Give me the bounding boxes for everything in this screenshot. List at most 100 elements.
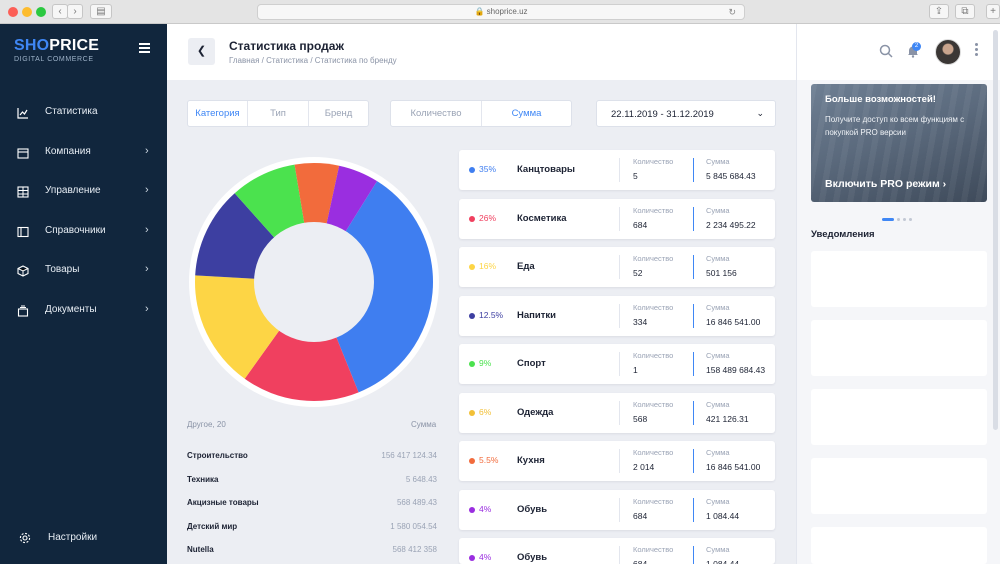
category-card[interactable]: 4% Обувь Количество 684 Сумма 1 084.44: [459, 489, 775, 530]
divider: [693, 497, 694, 522]
page-scrollbar[interactable]: [993, 30, 998, 430]
grid-icon: [17, 186, 29, 198]
quantity-value: 684: [633, 219, 648, 230]
category-name: Канцтовары: [517, 164, 576, 175]
tab-sum[interactable]: Сумма: [482, 101, 571, 126]
menu-icon[interactable]: [139, 43, 150, 55]
sidebar-toggle-button[interactable]: ▤: [90, 4, 112, 19]
pro-promo-banner: Больше возможностей! Получите доступ ко …: [811, 84, 987, 202]
chevron-right-icon: ›: [942, 178, 947, 190]
tab-brand[interactable]: Бренд: [309, 101, 368, 126]
pager-dot[interactable]: [909, 218, 912, 222]
category-percent: 9%: [479, 358, 492, 368]
sidebar-item-documents[interactable]: Документы ›: [0, 297, 167, 325]
quantity-value: 1: [633, 365, 638, 375]
notifications-title: Уведомления: [811, 229, 875, 240]
notification-card[interactable]: [811, 251, 987, 307]
chevron-right-icon: ›: [145, 224, 149, 236]
sum-value: 16 846 541.00: [706, 316, 761, 327]
enable-pro-link[interactable]: Включить PRO режим ›: [825, 178, 946, 190]
more-vertical-icon[interactable]: [975, 43, 979, 56]
sum-label: Сумма: [706, 351, 730, 360]
sum-value: 1 084.44: [706, 559, 740, 564]
pager-dot[interactable]: [897, 218, 900, 222]
divider: [693, 449, 694, 473]
other-row-value: 568 412 358: [392, 545, 438, 554]
chevron-left-icon: ❮: [196, 45, 207, 57]
category-name: Косметика: [517, 212, 567, 224]
sum-value: 16 846 541.00: [706, 462, 761, 472]
tab-type[interactable]: Тип: [248, 101, 309, 126]
sidebar-item-settings[interactable]: Настройки: [0, 526, 167, 550]
category-color-dot: [469, 167, 475, 173]
maximize-window-button[interactable]: [36, 7, 46, 17]
close-window-button[interactable]: [8, 7, 18, 17]
quantity-label: Количество: [633, 302, 674, 312]
sidebar-item-references[interactable]: Справочники ›: [0, 218, 167, 246]
breadcrumb[interactable]: Главная / Статистика / Статистика по бре…: [229, 56, 397, 65]
category-card[interactable]: 12.5% Напитки Количество 334 Сумма 16 846 541…: [459, 295, 775, 336]
category-card[interactable]: 9% Спорт Количество 1 Сумма 158 489 684.43: [459, 344, 775, 384]
right-panel: 2 Больше возможностей! Получите доступ к…: [796, 24, 1000, 564]
right-header: 2: [797, 24, 1000, 80]
sum-label: Сумма: [706, 399, 730, 409]
promo-title: Больше возможностей!: [825, 94, 936, 105]
address-bar[interactable]: 🔒 shoprice.uz ↻: [257, 4, 745, 20]
sidebar-item-company[interactable]: Компания ›: [0, 139, 167, 167]
sum-label: Сумма: [706, 205, 730, 215]
back-button[interactable]: ❮: [188, 38, 215, 65]
tabs-button[interactable]: ⧉: [955, 4, 975, 19]
reload-icon[interactable]: ↻: [728, 5, 736, 19]
search-icon[interactable]: [879, 44, 893, 58]
sum-label: Сумма: [706, 545, 730, 554]
enable-pro-label: Включить PRO режим: [825, 178, 940, 190]
sidebar-item-products[interactable]: Товары ›: [0, 257, 167, 285]
other-row-value: 568 489.43: [396, 498, 437, 507]
category-card[interactable]: 4% Обувь Количество 684 Сумма 1 084.44: [459, 538, 775, 564]
category-card[interactable]: 26% Косметика Количество 684 Сумма 2 234 495.…: [459, 198, 775, 239]
pager-dot-active[interactable]: [882, 218, 894, 222]
sum-value: 2 234 495.22: [706, 219, 756, 230]
notification-card[interactable]: [811, 458, 987, 514]
notification-card[interactable]: [811, 320, 987, 376]
address-text: shoprice.uz: [486, 7, 528, 16]
date-range-picker[interactable]: 22.11.2019 - 31.12.2019 ⌄: [596, 100, 776, 127]
sidebar: SHOPRICE DIGITAL COMMERCE Статистика Ком…: [0, 24, 167, 564]
page-title: Статистика продаж: [229, 39, 344, 53]
category-card[interactable]: 16% Еда Количество 52 Сумма 501 156: [459, 247, 775, 287]
category-percent: 16%: [479, 261, 497, 271]
sidebar-item-statistics[interactable]: Статистика: [0, 99, 167, 127]
sum-value: 5 845 684.43: [706, 171, 756, 181]
other-title: Другое, 20: [187, 420, 226, 429]
notification-card[interactable]: [811, 527, 987, 564]
tab-quantity[interactable]: Количество: [391, 101, 482, 126]
tab-category[interactable]: Категория: [188, 101, 248, 126]
chevron-down-icon: ⌄: [756, 108, 764, 118]
category-percent: 4%: [479, 503, 492, 514]
category-color-dot: [469, 458, 475, 464]
category-card[interactable]: 35% Канцтовары Количество 5 Сумма 5 845 684.4…: [459, 150, 775, 190]
share-button[interactable]: ⇪: [929, 4, 949, 19]
sidebar-item-label: Управление: [45, 185, 101, 196]
category-card[interactable]: 5.5% Кухня Количество 2 014 Сумма 16 846 541.…: [459, 441, 775, 481]
avatar[interactable]: [935, 39, 961, 65]
forward-nav-button[interactable]: ›: [67, 4, 83, 19]
sum-label: Сумма: [706, 496, 730, 506]
back-nav-button[interactable]: ‹: [52, 4, 68, 19]
sidebar-item-management[interactable]: Управление ›: [0, 178, 167, 206]
quantity-label: Количество: [633, 496, 674, 506]
category-name: Еда: [517, 261, 535, 272]
notification-card[interactable]: [811, 389, 987, 445]
donut-hole: [254, 222, 374, 342]
new-tab-button[interactable]: +: [986, 4, 1000, 19]
pager-dot[interactable]: [903, 218, 906, 222]
logo[interactable]: SHOPRICE DIGITAL COMMERCE: [14, 37, 99, 63]
minimize-window-button[interactable]: [22, 7, 32, 17]
category-card[interactable]: 6% Одежда Количество 568 Сумма 421 126.31: [459, 392, 775, 433]
date-range-value: 22.11.2019 - 31.12.2019: [611, 109, 714, 120]
promo-pager: [882, 211, 915, 229]
divider: [619, 400, 620, 425]
sidebar-item-label: Справочники: [45, 225, 106, 236]
quantity-value: 684: [633, 559, 648, 564]
browser-chrome: ‹ › ▤ 🔒 shoprice.uz ↻ ⇪ ⧉ +: [0, 0, 1000, 24]
